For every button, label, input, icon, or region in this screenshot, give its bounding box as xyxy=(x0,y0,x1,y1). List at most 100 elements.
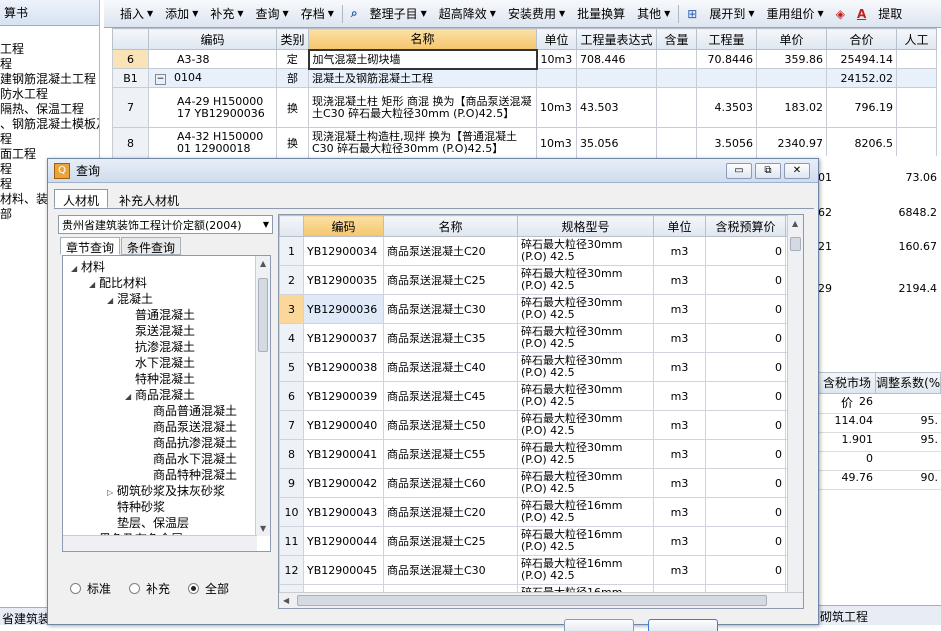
tree-scroll-thumb[interactable] xyxy=(258,278,268,352)
budget-column-header[interactable]: 合价 xyxy=(826,28,897,50)
project-tree-item[interactable]: 程 xyxy=(0,57,99,72)
resource-summary-row[interactable]: 114.04 95. xyxy=(818,414,941,433)
tree-vertical-scrollbar[interactable]: ▲ ▼ xyxy=(255,256,270,536)
tree-node[interactable]: 抗渗混凝土 xyxy=(63,339,270,355)
toolbar-button[interactable]: 插入 ▼ xyxy=(114,3,159,25)
toolbar-button[interactable]: 存档 ▼ xyxy=(295,3,340,25)
chapter-tree[interactable]: ◢ 材料 ◢ 配比材料 ◢ 混凝土 普通混凝土 泵送混凝土 抗渗混凝土 水下混凝土 特种混凝土 ◢ 商品… xyxy=(62,255,271,552)
tree-node[interactable]: ◢ 配比材料 xyxy=(63,275,270,291)
budget-column-header[interactable]: 类别 xyxy=(276,28,309,50)
toolbar-button[interactable]: 超高降效 ▼ xyxy=(433,3,502,25)
tree-node[interactable]: 商品普通混凝土 xyxy=(63,403,270,419)
tab-chapter-query[interactable]: 章节查询 xyxy=(60,237,121,255)
expand-tree-icon[interactable]: ⊞ xyxy=(681,3,703,25)
tree-node[interactable]: 特种砂浆 xyxy=(63,499,270,515)
tree-node[interactable]: 垫层、保温层 xyxy=(63,515,270,531)
scroll-down-icon[interactable]: ▼ xyxy=(260,524,266,533)
toolbar-button[interactable]: 展开到 ▼ xyxy=(703,3,760,25)
project-tree-item[interactable]: 程 xyxy=(0,132,99,147)
toolbar-button[interactable]: 添加 ▼ xyxy=(159,3,204,25)
project-tree-item[interactable]: 隔热、保温工程 xyxy=(0,102,99,117)
grid-column-header[interactable]: 编码 xyxy=(303,215,384,237)
grid-column-header[interactable]: 规格型号 xyxy=(517,215,654,237)
collapse-icon[interactable]: − xyxy=(155,74,166,85)
resource-summary-row[interactable]: 0 xyxy=(818,452,941,471)
radio-button[interactable] xyxy=(188,583,200,594)
budget-column-header[interactable]: 工程量表达式 xyxy=(576,28,657,50)
resource-summary-row[interactable]: 1.901 95. xyxy=(818,433,941,452)
radio-button[interactable] xyxy=(129,583,141,594)
tree-node[interactable]: 商品泵送混凝土 xyxy=(63,419,270,435)
tree-node[interactable]: ◢ 混凝土 xyxy=(63,291,270,307)
grid-row[interactable]: 6 YB12900039 商品泵送混凝土C45 碎石最大粒径30mm (P.O) 42… xyxy=(279,381,802,411)
grid-vertical-scrollbar[interactable]: ▲ xyxy=(787,215,803,593)
budget-column-header[interactable]: 人工 xyxy=(896,28,937,50)
toolbar-button[interactable]: 批量换算 xyxy=(571,3,631,25)
grid-column-header[interactable] xyxy=(279,215,304,237)
dialog-footer-button-1[interactable] xyxy=(564,619,634,631)
budget-row[interactable]: 8 A4-32 H150000 01 12900018 换现浇混凝土构造柱,现拌 换… xyxy=(112,127,937,159)
grid-row[interactable]: 11 YB12900044 商品泵送混凝土C25 碎石最大粒径16mm (P.O) 4… xyxy=(279,526,802,556)
grid-row[interactable]: 9 YB12900042 商品泵送混凝土C60 碎石最大粒径30mm (P.O) 42… xyxy=(279,468,802,498)
resource-summary-row[interactable]: 49.76 90. xyxy=(818,471,941,490)
filter-radio[interactable]: 补充 xyxy=(129,580,170,597)
toolbar-button[interactable]: 安装费用 ▼ xyxy=(502,3,571,25)
filter-radio[interactable]: 全部 xyxy=(188,580,229,597)
grid-row[interactable]: 8 YB12900041 商品泵送混凝土C55 碎石最大粒径30mm (P.O) 42… xyxy=(279,439,802,469)
budget-column-header[interactable]: 单位 xyxy=(536,28,577,50)
tree-node[interactable]: 普通混凝土 xyxy=(63,307,270,323)
toolbar-button[interactable]: 提取 xyxy=(872,3,908,25)
close-button[interactable]: ✕ xyxy=(784,163,810,179)
grid-row[interactable]: 7 YB12900040 商品泵送混凝土C50 碎石最大粒径30mm (P.O) 42… xyxy=(279,410,802,440)
radio-button[interactable] xyxy=(70,583,81,594)
project-tree-item[interactable]: 建钢筋混凝土工程 xyxy=(0,72,99,87)
grid-row[interactable]: 5 YB12900038 商品泵送混凝土C40 碎石最大粒径30mm (P.O) 42… xyxy=(279,352,802,382)
budget-column-header[interactable]: 名称 xyxy=(308,28,537,50)
toolbar-button[interactable]: 补充 ▼ xyxy=(204,3,249,25)
toolbar-button[interactable]: 重用组价 ▼ xyxy=(761,3,830,25)
grid-column-header[interactable]: 单位 xyxy=(653,215,706,237)
tree-node[interactable]: 水下混凝土 xyxy=(63,355,270,371)
fill-color-icon[interactable]: ◈ xyxy=(830,3,851,25)
budget-column-header[interactable]: 单价 xyxy=(756,28,827,50)
query-dialog-titlebar[interactable]: Q 查询 ▭ ⧉ ✕ xyxy=(48,159,818,183)
budget-column-header[interactable] xyxy=(112,28,149,50)
grid-row[interactable]: 4 YB12900037 商品泵送混凝土C35 碎石最大粒径30mm (P.O) 42… xyxy=(279,323,802,353)
dialog-footer-button-2[interactable] xyxy=(648,619,718,631)
budget-column-header[interactable]: 编码 xyxy=(148,28,277,50)
grid-row[interactable]: 12 YB12900045 商品泵送混凝土C30 碎石最大粒径16mm (P.O) 4… xyxy=(279,555,802,585)
grid-scroll-thumb[interactable] xyxy=(790,237,801,251)
grid-row[interactable]: 1 YB12900034 商品泵送混凝土C20 碎石最大粒径30mm (P.O) 42… xyxy=(279,236,802,266)
budget-row[interactable]: B1−0104 部混凝土及钢筋混凝土工程 24152.02 xyxy=(112,68,937,88)
tree-node[interactable]: ◢ 商品混凝土 xyxy=(63,387,270,403)
tree-node[interactable]: 特种混凝土 xyxy=(63,371,270,387)
tree-node[interactable]: 商品特种混凝土 xyxy=(63,467,270,483)
grid-column-header[interactable]: 名称 xyxy=(383,215,518,237)
tree-horizontal-scrollbar[interactable] xyxy=(63,535,257,551)
project-tree-item[interactable]: 防水工程 xyxy=(0,87,99,102)
scroll-up-icon[interactable]: ▲ xyxy=(792,219,798,228)
restore-button[interactable]: ⧉ xyxy=(755,163,781,179)
grid-row[interactable]: 2 YB12900035 商品泵送混凝土C25 碎石最大粒径30mm (P.O) 42… xyxy=(279,265,802,295)
tree-node[interactable]: 商品抗渗混凝土 xyxy=(63,435,270,451)
font-color-icon[interactable]: A xyxy=(851,3,872,25)
grid-horizontal-scrollbar[interactable]: ◀ xyxy=(279,592,803,608)
resource-summary-row[interactable]: 26 xyxy=(818,395,941,414)
grid-row[interactable]: 3 YB12900036 商品泵送混凝土C30 碎石最大粒径30mm (P.O) 42… xyxy=(279,294,802,324)
toolbar-button[interactable]: 整理子目 ▼ xyxy=(364,3,433,25)
project-tree-item[interactable]: 、钢筋混凝土模板及 xyxy=(0,117,99,132)
filter-radio[interactable]: 标准 xyxy=(70,580,111,597)
tab-resources[interactable]: 人材机 xyxy=(54,189,109,208)
toolbar-button[interactable]: 其他 ▼ xyxy=(631,3,676,25)
budget-column-header[interactable]: 工程量 xyxy=(696,28,757,50)
quota-library-select[interactable]: 贵州省建筑装饰工程计价定额(2004) ▼ xyxy=(58,215,273,234)
grid-hscroll-thumb[interactable] xyxy=(297,595,767,606)
tree-node[interactable]: ▷ 砌筑砂浆及抹灰砂浆 xyxy=(63,483,270,499)
tree-node[interactable]: ◢ 材料 xyxy=(63,259,270,275)
budget-row[interactable]: 6 A3-38 定加气混凝土砌块墙 10m3 708.446 70.8446 359.86 2… xyxy=(112,48,937,70)
resource-grid[interactable]: 编码 名称 规格型号 单位 含税预算价 1 YB12900034 商品泵送混凝土C20 碎石最… xyxy=(278,214,804,609)
grid-row[interactable]: 10 YB12900043 商品泵送混凝土C20 碎石最大粒径16mm (P.O) 4… xyxy=(279,497,802,527)
tab-supplementary-resources[interactable]: 补充人材机 xyxy=(110,189,188,208)
toolbar-button[interactable]: 查询 ▼ xyxy=(250,3,295,25)
tree-node[interactable]: 商品水下混凝土 xyxy=(63,451,270,467)
